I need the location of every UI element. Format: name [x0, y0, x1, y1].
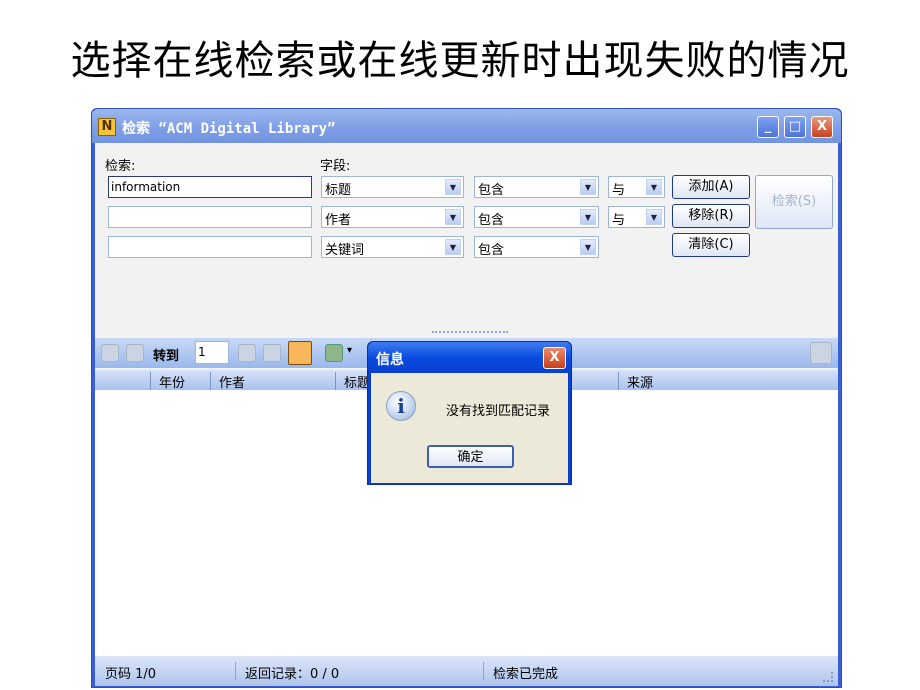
dialog-title: 信息 — [376, 352, 404, 368]
last-page-icon[interactable] — [263, 344, 281, 362]
column-title[interactable]: 标题 — [335, 372, 370, 391]
operator-select-1[interactable]: 包含 ▼ — [474, 176, 599, 198]
chevron-down-icon: ▼ — [646, 179, 662, 195]
ok-button[interactable]: 确定 — [427, 445, 514, 468]
field-select-1[interactable]: 标题 ▼ — [321, 176, 464, 198]
next-page-icon[interactable] — [238, 344, 256, 362]
status-state: 检索已完成 — [493, 667, 559, 682]
search-label: 检索: — [105, 159, 136, 174]
chevron-down-icon: ▼ — [445, 179, 461, 195]
search-term-input-2[interactable] — [108, 206, 312, 228]
clear-button[interactable]: 清除(C) — [672, 233, 750, 257]
status-records: 返回记录：0 / 0 — [245, 667, 340, 682]
field-select-3[interactable]: 关键词 ▼ — [321, 236, 464, 258]
chevron-down-icon: ▼ — [445, 209, 461, 225]
slide-headline: 选择在线检索或在线更新时出现失败的情况 — [70, 38, 850, 84]
chevron-down-icon[interactable]: ▾ — [347, 345, 352, 356]
first-page-icon[interactable] — [101, 344, 119, 362]
field-select-2[interactable]: 作者 ▼ — [321, 206, 464, 228]
export-icon[interactable] — [810, 342, 832, 364]
goto-label: 转到 — [153, 349, 180, 364]
operator-value: 包含 — [478, 213, 505, 228]
operator-select-3[interactable]: 包含 ▼ — [474, 236, 599, 258]
column-year[interactable]: 年份 — [150, 372, 185, 391]
prev-page-icon[interactable] — [126, 344, 144, 362]
info-icon: i — [386, 391, 416, 421]
resize-grip[interactable] — [823, 672, 833, 682]
import-icon[interactable] — [288, 341, 312, 365]
field-value: 作者 — [325, 213, 352, 228]
add-button[interactable]: 添加(A) — [672, 175, 750, 199]
chevron-down-icon: ▼ — [580, 239, 596, 255]
logic-select-2[interactable]: 与 ▼ — [608, 206, 665, 228]
database-icon[interactable] — [325, 344, 343, 362]
logic-select-1[interactable]: 与 ▼ — [608, 176, 665, 198]
status-divider — [235, 662, 236, 680]
field-value: 标题 — [325, 183, 352, 198]
goto-page-input[interactable]: 1 — [195, 341, 229, 364]
operator-select-2[interactable]: 包含 ▼ — [474, 206, 599, 228]
field-value: 关键词 — [325, 243, 365, 258]
dialog-body: i 没有找到匹配记录 确定 — [371, 373, 568, 483]
search-button[interactable]: 检索(S) — [755, 175, 833, 229]
column-author[interactable]: 作者 — [210, 372, 245, 391]
logic-value: 与 — [612, 183, 626, 198]
search-term-input-3[interactable] — [108, 236, 312, 258]
chevron-down-icon: ▼ — [646, 209, 662, 225]
app-icon: N — [98, 118, 116, 136]
maximize-button[interactable]: □ — [784, 116, 806, 138]
chevron-down-icon: ▼ — [580, 179, 596, 195]
title-bar[interactable]: N 检索 “ACM Digital Library” _ □ X — [92, 109, 841, 143]
chevron-down-icon: ▼ — [445, 239, 461, 255]
remove-button[interactable]: 移除(R) — [672, 204, 750, 228]
chevron-down-icon: ▼ — [580, 209, 596, 225]
field-label: 字段: — [320, 159, 351, 174]
status-divider — [483, 662, 484, 680]
operator-value: 包含 — [478, 243, 505, 258]
minimize-button[interactable]: _ — [757, 116, 779, 138]
dialog-close-button[interactable]: X — [543, 347, 566, 369]
logic-value: 与 — [612, 213, 626, 228]
status-page: 页码 1/0 — [105, 667, 157, 682]
close-button[interactable]: X — [811, 116, 833, 138]
operator-value: 包含 — [478, 183, 505, 198]
search-term-input-1[interactable]: information — [108, 176, 312, 198]
status-bar: 页码 1/0 返回记录：0 / 0 检索已完成 — [95, 656, 838, 686]
dialog-title-bar[interactable]: 信息 X — [368, 342, 571, 373]
info-dialog: 信息 X i 没有找到匹配记录 确定 — [367, 341, 572, 485]
window-title: 检索 “ACM Digital Library” — [122, 121, 336, 137]
splitter-handle[interactable] — [432, 331, 508, 334]
dialog-message: 没有找到匹配记录 — [446, 404, 551, 419]
column-source[interactable]: 来源 — [618, 372, 653, 391]
